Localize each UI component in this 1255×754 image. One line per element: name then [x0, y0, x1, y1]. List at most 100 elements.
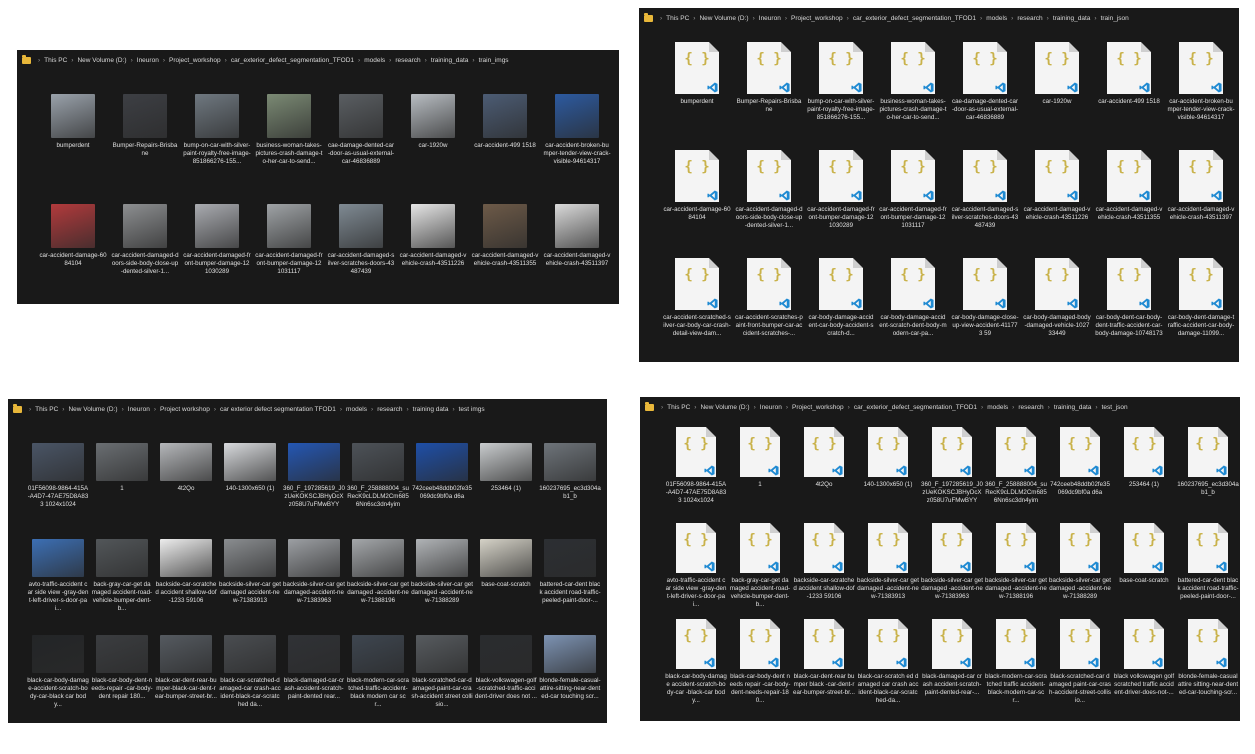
breadcrumb-segment[interactable]: Project_workshop [169, 57, 221, 64]
file-item[interactable]: backside-silver-car get damaged accident… [218, 539, 282, 635]
breadcrumb-segment[interactable]: Project workshop [160, 406, 210, 413]
file-item[interactable]: 1 [90, 443, 154, 539]
breadcrumb-segment[interactable]: test imgs [459, 406, 485, 413]
file-item[interactable]: { } black-damaged-car crash accident-scra… [920, 619, 984, 715]
file-item[interactable]: car-accident-damaged-silver-scratches-do… [325, 204, 397, 304]
file-item[interactable]: { } car-accident-damaged-vehicle-crash-43… [1021, 150, 1093, 258]
file-item[interactable]: { } back-gray-car-get damaged accident-ro… [728, 523, 792, 619]
file-item[interactable]: Bumper-Repairs-Brisbane [109, 94, 181, 204]
file-item[interactable]: black-car-body-dent-needs-repair -car-bo… [90, 635, 154, 723]
file-item[interactable]: business-woman-takes-pictures-crash-dama… [253, 94, 325, 204]
file-item[interactable]: { } backside-silver-car get damaged -acci… [1048, 523, 1112, 619]
breadcrumb-segment[interactable]: This PC [666, 15, 689, 22]
breadcrumb-segment[interactable]: train_imgs [479, 57, 509, 64]
breadcrumb-segment[interactable]: This PC [667, 404, 690, 411]
breadcrumb-segment[interactable]: This PC [35, 406, 58, 413]
file-item[interactable]: { } black-modern-car-scratched traffic ac… [984, 619, 1048, 715]
file-item[interactable]: car-accident-damaged-doors-side-body-clo… [109, 204, 181, 304]
file-item[interactable]: { } car-accident-damaged-front-bumper-dam… [877, 150, 949, 258]
breadcrumb-segment[interactable]: train_json [1101, 15, 1129, 22]
file-item[interactable]: { } black-scratched-car damaged paint-car… [1048, 619, 1112, 715]
file-item[interactable]: { } backside-car-scratched accident shall… [792, 523, 856, 619]
file-item[interactable]: { } car-body-damaged-body-damaged-vehicle… [1021, 258, 1093, 362]
breadcrumb-segment[interactable]: research [1018, 404, 1043, 411]
file-item[interactable]: { } blonde-female-casual attire sitting-n… [1176, 619, 1240, 715]
file-item[interactable]: { } car-accident-scratches-paint-front-bu… [733, 258, 805, 362]
file-item[interactable]: black-car-scratched-damaged-car crash-ac… [218, 635, 282, 723]
file-item[interactable]: { } 253464 (1) [1112, 427, 1176, 523]
file-item[interactable]: { } cae-damage-dented-car-door-as-usual-e… [949, 42, 1021, 150]
breadcrumb-segment[interactable]: research [1017, 15, 1042, 22]
file-item[interactable]: back-gray-car-get damaged accident-road-… [90, 539, 154, 635]
file-item[interactable]: 360_F_258888004_suRecK9cLDLM2Cm6856Nn6sc… [346, 443, 410, 539]
file-item[interactable]: { } avto-traffic-accident car side view -… [664, 523, 728, 619]
file-item[interactable]: { } 01F56098-9864-415A-A4D7-47AE75D8A833 … [664, 427, 728, 523]
file-item[interactable]: { } car-accident-broken-bumper-tender-vie… [1165, 42, 1237, 150]
file-item[interactable]: car-1920w [397, 94, 469, 204]
file-item[interactable]: { } backside-silver-car get damaged -acci… [920, 523, 984, 619]
file-item[interactable]: black-scratched-car-damaged-paint-car-cr… [410, 635, 474, 723]
file-item[interactable]: car-accident-damaged-vehicle-crash-43511… [397, 204, 469, 304]
breadcrumb-segment[interactable]: Ineuron [128, 406, 150, 413]
file-item[interactable]: { } car-accident-499 1518 [1093, 42, 1165, 150]
file-item[interactable]: bump-on-car-with-silver-paint-royalty-fr… [181, 94, 253, 204]
file-item[interactable]: { } 360_F_197285619_J0zUeKOKSCJBHyDcXz058… [920, 427, 984, 523]
breadcrumb-segment[interactable]: research [377, 406, 402, 413]
breadcrumb-segment[interactable]: New Volume (D:) [700, 404, 749, 411]
file-item[interactable]: { } 360_F_258888004_suRecK9cLDLM2Cm6856Nn… [984, 427, 1048, 523]
file-item[interactable]: { } bumperdent [661, 42, 733, 150]
file-item[interactable]: car-accident-damaged-front-bumper-damage… [253, 204, 325, 304]
breadcrumb-segment[interactable]: training data [413, 406, 449, 413]
file-item[interactable]: car-accident-broken-bumper-tender-view-c… [541, 94, 613, 204]
file-item[interactable]: battered-car-dent black accident road-tr… [538, 539, 602, 635]
file-item[interactable]: cae-damage-dented-car-door-as-usual-exte… [325, 94, 397, 204]
breadcrumb-segment[interactable]: Ineuron [760, 404, 782, 411]
file-item[interactable]: 253464 (1) [474, 443, 538, 539]
file-item[interactable]: { } 140-1300x650 (1) [856, 427, 920, 523]
breadcrumb-segment[interactable]: car exterior defect segmentation TFOD1 [220, 406, 336, 413]
breadcrumb-segment[interactable]: training_data [1054, 404, 1092, 411]
file-item[interactable]: { } 4t2Qo [792, 427, 856, 523]
file-item[interactable]: { } car-accident-damaged-silver-scratches… [949, 150, 1021, 258]
file-item[interactable]: backside-silver-car get damaged-accident… [282, 539, 346, 635]
file-item[interactable]: { } 160237695_ec3d304ab1_b [1176, 427, 1240, 523]
file-item[interactable]: black-damaged-car-crash-accident-scratch… [282, 635, 346, 723]
file-item[interactable]: { } car-accident-damaged-doors-side-body-… [733, 150, 805, 258]
file-item[interactable]: { } backside-silver-car get damaged -acci… [984, 523, 1048, 619]
file-item[interactable]: 742ceeb48ddb02fe35069dc9bf0a d6a [410, 443, 474, 539]
file-item[interactable]: blonde-female-casual-attire-sitting-near… [538, 635, 602, 723]
file-item[interactable]: 360_F_197285619_J0zUeKOKSCJBHyDcXz058U7u… [282, 443, 346, 539]
file-item[interactable]: black-modern-car-scratched-traffic-accid… [346, 635, 410, 723]
breadcrumb-segment[interactable]: models [346, 406, 367, 413]
file-item[interactable]: { } black volkswagen golf scratched traff… [1112, 619, 1176, 715]
file-item[interactable]: 160237695_ec3d304ab1_b [538, 443, 602, 539]
file-item[interactable]: { } black-car-body-damage accident-scratc… [664, 619, 728, 715]
file-item[interactable]: { } business-woman-takes-pictures-crash-d… [877, 42, 949, 150]
file-item[interactable]: 4t2Qo [154, 443, 218, 539]
file-item[interactable]: { } car-body-dent-damage-traffic-accident… [1165, 258, 1237, 362]
breadcrumb-segment[interactable]: training_data [1053, 15, 1091, 22]
file-item[interactable]: car-accident-damaged-vehicle-crash-43511… [469, 204, 541, 304]
file-item[interactable]: backside-car-scratched accident shallow-… [154, 539, 218, 635]
file-item[interactable]: backside-silver-car get damaged -acciden… [346, 539, 410, 635]
file-item[interactable]: { } 1 [728, 427, 792, 523]
breadcrumb-segment[interactable]: models [364, 57, 385, 64]
file-item[interactable]: { } bump-on-car-with-silver-paint-royalty… [805, 42, 877, 150]
file-item[interactable]: { } car-body-dent-car-body-dent-traffic-a… [1093, 258, 1165, 362]
breadcrumb-segment[interactable]: test_json [1102, 404, 1128, 411]
file-item[interactable]: car-accident-damage-6084104 [37, 204, 109, 304]
breadcrumb-segment[interactable]: research [395, 57, 420, 64]
file-item[interactable]: { } car-accident-scratched-silver-car-bod… [661, 258, 733, 362]
file-item[interactable]: car-accident-499 1518 [469, 94, 541, 204]
file-item[interactable]: car-accident-damaged-front-bumper-damage… [181, 204, 253, 304]
breadcrumb-segment[interactable]: Project_workshop [792, 404, 844, 411]
breadcrumb-segment[interactable]: Project_workshop [791, 15, 843, 22]
breadcrumb-segment[interactable]: New Volume (D:) [77, 57, 126, 64]
breadcrumb-segment[interactable]: car_exterior_defect_segmentation_TFOD1 [853, 15, 976, 22]
breadcrumb-segment[interactable]: training_data [431, 57, 469, 64]
file-item[interactable]: { } car-accident-damaged-vehicle-crash-43… [1093, 150, 1165, 258]
file-item[interactable]: avto-traffic-accident car side view -gra… [26, 539, 90, 635]
file-item[interactable]: black-volkswagen-golf-scratched-traffic-… [474, 635, 538, 723]
file-item[interactable]: { } car-body-damage-accident-car-body-acc… [805, 258, 877, 362]
breadcrumb-segment[interactable]: models [987, 404, 1008, 411]
